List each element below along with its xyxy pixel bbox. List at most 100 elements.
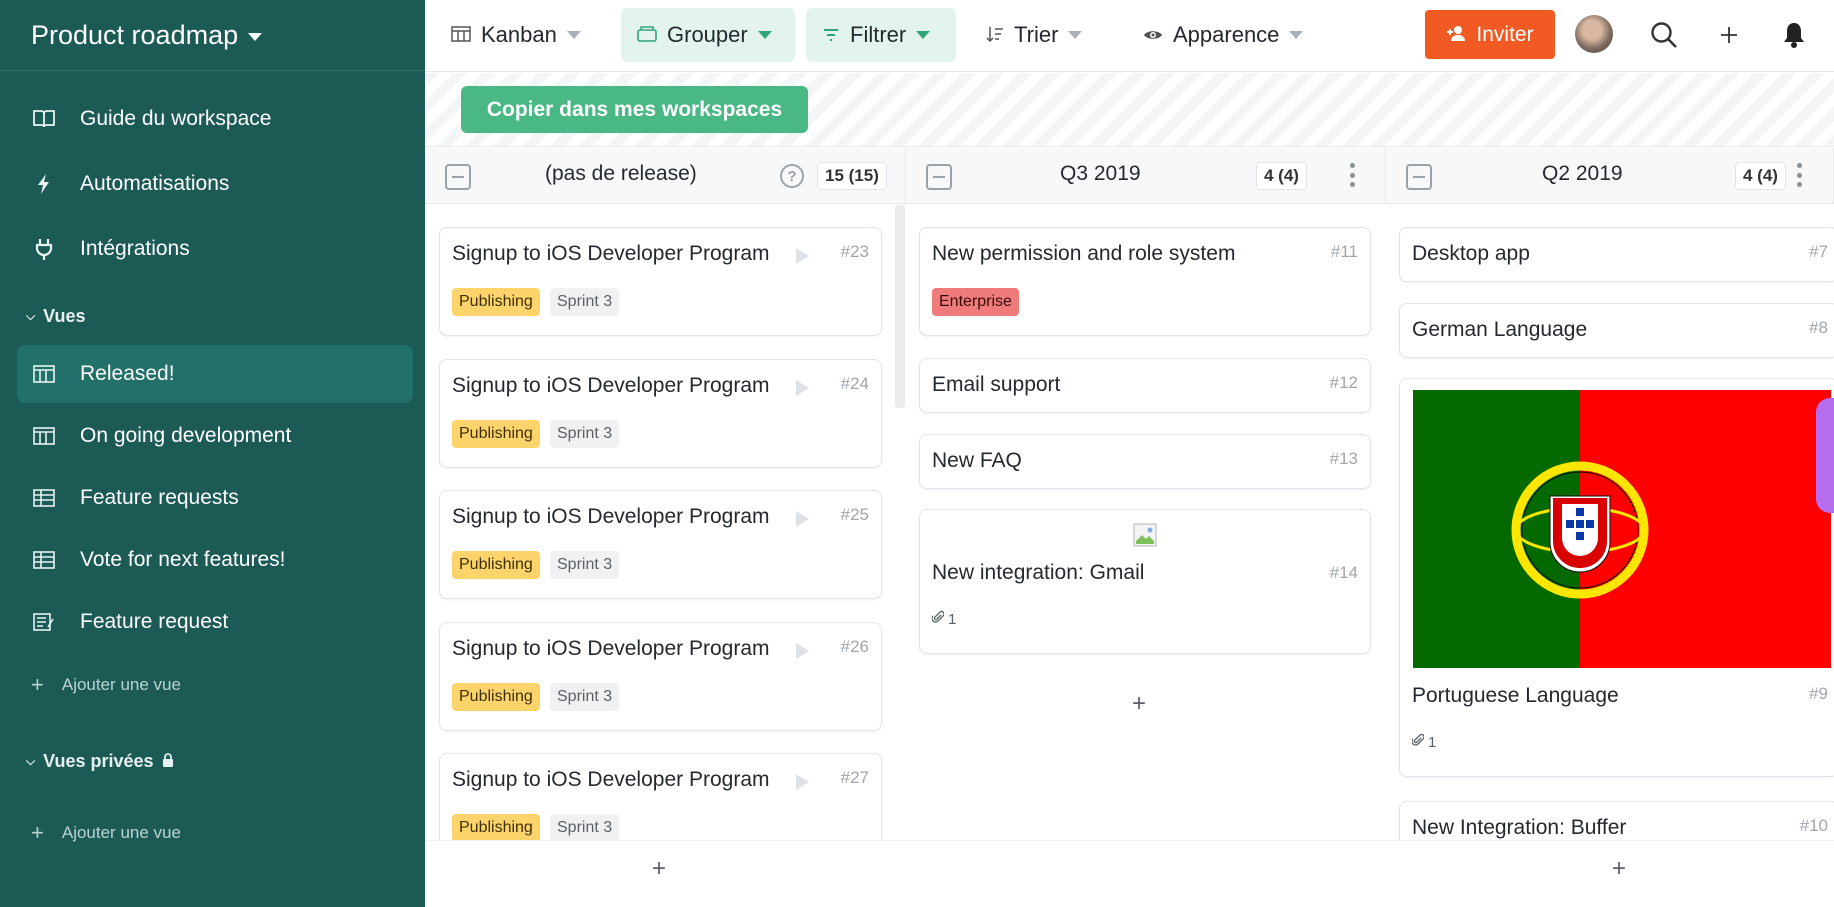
- side-tab[interactable]: [1816, 398, 1834, 513]
- chevron-down-icon: [248, 33, 263, 41]
- lock-icon: [162, 751, 174, 772]
- view-type-button[interactable]: Kanban: [435, 8, 597, 62]
- add-card-plus-icon[interactable]: +: [1132, 690, 1146, 718]
- collapse-column-icon[interactable]: [926, 164, 952, 190]
- group-label: Grouper: [667, 22, 748, 47]
- collapse-column-icon[interactable]: [1406, 164, 1432, 190]
- kanban-icon: [29, 359, 59, 389]
- tag-sprint: Sprint 3: [550, 288, 620, 316]
- sidebar-view-released[interactable]: Released!: [17, 345, 413, 403]
- play-icon[interactable]: [796, 511, 809, 527]
- toolbar: Kanban Grouper Filtrer Trier Apparence I…: [425, 0, 1834, 72]
- sort-button[interactable]: Trier: [970, 8, 1098, 62]
- add-card-plus-icon[interactable]: +: [1612, 855, 1626, 883]
- play-icon[interactable]: [796, 380, 809, 396]
- tag-publishing: Publishing: [452, 551, 540, 579]
- card-title: Signup to iOS Developer Program: [452, 637, 770, 660]
- column-scrollbar[interactable]: [895, 205, 905, 408]
- attachment-count: 1: [931, 610, 956, 628]
- views-section-toggle[interactable]: ⌵ Vues: [26, 306, 85, 327]
- view-type-label: Kanban: [481, 22, 557, 47]
- plug-icon: [29, 234, 59, 264]
- column-title: Q3 2019: [1060, 162, 1141, 185]
- tag-publishing: Publishing: [452, 814, 540, 842]
- form-icon: [29, 607, 59, 637]
- chevron-down-icon: [566, 31, 581, 39]
- kanban-card[interactable]: New integration: Gmail #14 1: [919, 509, 1371, 654]
- appearance-label: Apparence: [1173, 22, 1280, 47]
- sidebar-view-label: Vote for next features!: [80, 548, 286, 571]
- help-icon[interactable]: ?: [780, 164, 804, 188]
- sidebar-view-label: Feature request: [80, 610, 229, 633]
- card-title: Signup to iOS Developer Program: [452, 768, 770, 791]
- collapse-column-icon[interactable]: [445, 164, 471, 190]
- kanban-card[interactable]: New permission and role system #11 Enter…: [919, 227, 1371, 336]
- play-icon[interactable]: [796, 248, 809, 264]
- column-header: Q3 2019 4 (4): [906, 148, 1386, 204]
- column-header: Q2 2019 4 (4): [1386, 148, 1834, 204]
- private-views-section-toggle[interactable]: ⌵ Vues privées: [26, 751, 174, 772]
- bell-icon[interactable]: [1777, 18, 1811, 52]
- attachment-count-value: 1: [1428, 733, 1437, 751]
- sidebar-view-feature-requests[interactable]: Feature requests: [17, 469, 413, 527]
- play-icon[interactable]: [796, 643, 809, 659]
- tag-publishing: Publishing: [452, 420, 540, 448]
- search-icon[interactable]: [1647, 18, 1681, 52]
- paperclip-icon: [931, 610, 945, 628]
- add-view-button[interactable]: + Ajouter une vue: [31, 672, 181, 698]
- invite-button[interactable]: Inviter: [1425, 10, 1555, 59]
- sidebar-view-label: Feature requests: [80, 486, 239, 509]
- card-title: New integration: Gmail: [932, 561, 1145, 584]
- avatar[interactable]: [1575, 15, 1613, 53]
- card-id: #25: [840, 505, 869, 524]
- card-id: #12: [1329, 373, 1358, 392]
- sort-icon: [986, 22, 1004, 48]
- tag-sprint: Sprint 3: [550, 683, 620, 711]
- copy-to-workspaces-button[interactable]: Copier dans mes workspaces: [461, 86, 808, 133]
- sidebar-view-ongoing[interactable]: On going development: [17, 407, 413, 465]
- sidebar-view-label: On going development: [80, 424, 292, 447]
- add-card-plus-icon[interactable]: +: [652, 855, 666, 883]
- more-vertical-icon[interactable]: [1347, 160, 1357, 190]
- kanban-icon: [451, 22, 471, 48]
- kanban-card[interactable]: Signup to iOS Developer Program #25 Publ…: [439, 490, 882, 599]
- table-icon: [29, 483, 59, 513]
- sidebar-view-vote[interactable]: Vote for next features!: [17, 531, 413, 589]
- kanban-card[interactable]: Signup to iOS Developer Program #26 Publ…: [439, 622, 882, 731]
- group-button[interactable]: Grouper: [621, 8, 795, 62]
- card-id: #23: [840, 242, 869, 261]
- kanban-card[interactable]: Desktop app #7: [1399, 227, 1834, 282]
- kanban-card[interactable]: German Language #8: [1399, 303, 1834, 358]
- kanban-card[interactable]: Signup to iOS Developer Program #23 Publ…: [439, 227, 882, 336]
- column-footer: + +: [425, 840, 1834, 907]
- portugal-flag-image: [1413, 390, 1831, 668]
- card-title: German Language: [1412, 318, 1588, 341]
- add-private-view-button[interactable]: + Ajouter une vue: [31, 820, 181, 846]
- play-icon[interactable]: [796, 774, 809, 790]
- kanban-card[interactable]: New FAQ #13: [919, 434, 1371, 489]
- appearance-button[interactable]: Apparence: [1127, 8, 1319, 62]
- sidebar-item-integrations[interactable]: Intégrations: [17, 220, 413, 278]
- kanban-card[interactable]: Email support #12: [919, 358, 1371, 413]
- sidebar-item-label: Automatisations: [80, 172, 230, 195]
- private-views-label: Vues privées: [43, 751, 154, 771]
- workspace-title-button[interactable]: Product roadmap: [0, 0, 425, 71]
- sidebar-item-automations[interactable]: Automatisations: [17, 155, 413, 213]
- bolt-icon: [29, 169, 59, 199]
- more-vertical-icon[interactable]: [1794, 160, 1804, 190]
- sidebar-item-guide[interactable]: Guide du workspace: [17, 90, 413, 148]
- table-icon: [29, 545, 59, 575]
- card-title: New FAQ: [932, 449, 1022, 472]
- plus-icon[interactable]: [1712, 18, 1746, 52]
- column-count: 4 (4): [1735, 162, 1786, 190]
- sort-label: Trier: [1014, 22, 1059, 47]
- filter-label: Filtrer: [850, 22, 907, 47]
- sidebar-view-feature-request-form[interactable]: Feature request: [17, 593, 413, 651]
- column-count: 4 (4): [1256, 162, 1307, 190]
- kanban-icon: [29, 421, 59, 451]
- kanban-card[interactable]: Signup to iOS Developer Program #24 Publ…: [439, 359, 882, 468]
- plus-icon: +: [31, 672, 44, 697]
- card-id: #13: [1329, 449, 1358, 468]
- filter-button[interactable]: Filtrer: [806, 8, 956, 62]
- chevron-down-icon: [757, 31, 772, 39]
